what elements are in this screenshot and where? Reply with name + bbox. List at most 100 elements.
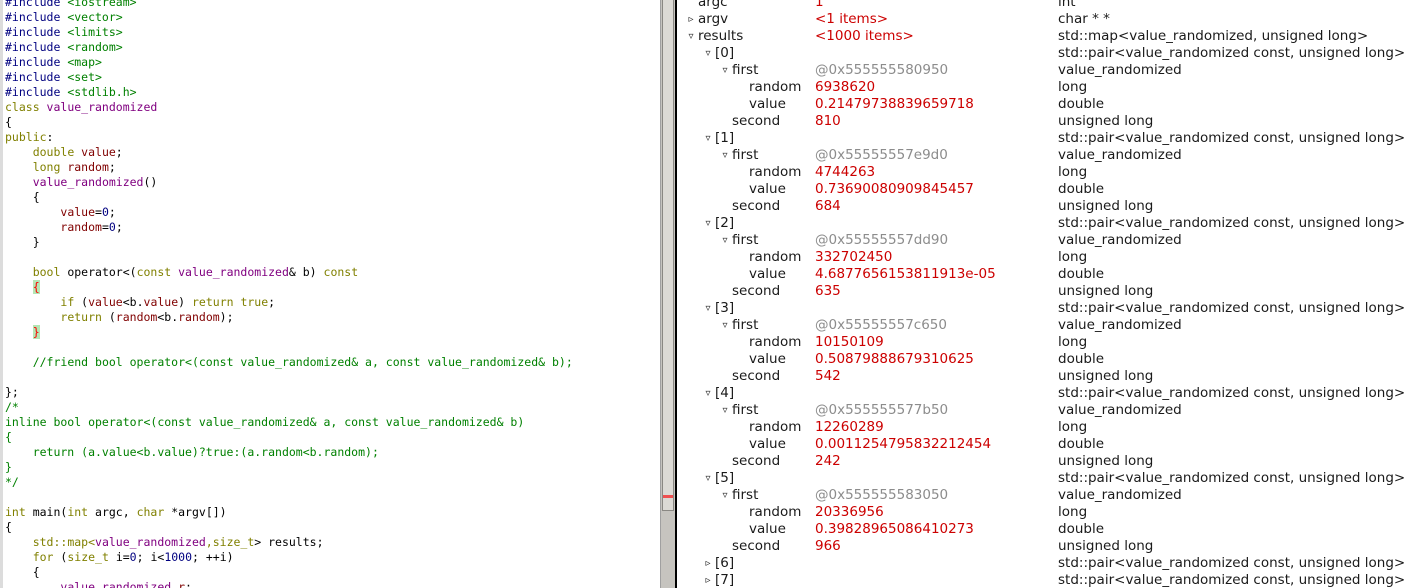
code-line[interactable]: }; [5, 385, 573, 400]
code-line[interactable]: value_randomized r; [5, 580, 573, 588]
code-line[interactable]: { [5, 115, 573, 130]
collapsed-triangle-icon[interactable]: ▹ [703, 555, 713, 572]
variable-row[interactable]: ▿ first @0x555555583050 value_randomized [678, 487, 1421, 504]
expanded-triangle-icon[interactable]: ▿ [703, 215, 713, 232]
variable-row[interactable]: ▿ [0] std::pair<value_randomized const, un… [678, 45, 1421, 62]
variable-row[interactable]: ▿ first @0x55555557e9d0 value_randomized [678, 147, 1421, 164]
code-line[interactable]: ​ [5, 250, 573, 265]
variable-row[interactable]: random 20336956 long [678, 504, 1421, 521]
variable-row[interactable]: second 684 unsigned long [678, 198, 1421, 215]
variable-row[interactable]: ▿ first @0x555555577b50 value_randomized [678, 402, 1421, 419]
expanded-triangle-icon[interactable]: ▿ [720, 402, 730, 419]
code-line[interactable]: #include <stdlib.h> [5, 85, 573, 100]
expanded-triangle-icon[interactable]: ▿ [703, 45, 713, 62]
variable-row[interactable]: second 966 unsigned long [678, 538, 1421, 555]
variable-row[interactable]: value 0.50879888679310625 double [678, 351, 1421, 368]
code-line[interactable]: return (a.value<b.value)?true:(a.random<… [5, 445, 573, 460]
collapsed-triangle-icon[interactable]: ▹ [703, 572, 713, 588]
variable-row[interactable]: second 635 unsigned long [678, 283, 1421, 300]
code-line[interactable]: return (random<b.random); [5, 310, 573, 325]
expanded-triangle-icon[interactable]: ▿ [720, 232, 730, 249]
code-line[interactable]: { [5, 520, 573, 535]
variable-row[interactable]: value 4.6877656153811913e-05 double [678, 266, 1421, 283]
variable-row[interactable]: ▿ [2] std::pair<value_randomized const, un… [678, 215, 1421, 232]
expanded-triangle-icon[interactable]: ▿ [720, 62, 730, 79]
variable-row[interactable]: ▿ [4] std::pair<value_randomized const, un… [678, 385, 1421, 402]
code-line[interactable]: int main(int argc, char *argv[]) [5, 505, 573, 520]
code-line[interactable]: value=0; [5, 205, 573, 220]
code-line[interactable]: /* [5, 400, 573, 415]
code-line[interactable]: random=0; [5, 220, 573, 235]
code-text[interactable]: #include <iostream> #include <vector> #inc… [5, 0, 573, 588]
expanded-triangle-icon[interactable]: ▿ [720, 317, 730, 334]
scrollbar-thumb[interactable] [662, 0, 674, 511]
collapsed-triangle-icon[interactable]: ▹ [686, 11, 696, 28]
code-line[interactable]: */ [5, 475, 573, 490]
variable-row[interactable]: ▿ first @0x55555557dd90 value_randomized [678, 232, 1421, 249]
code-line[interactable]: } [5, 460, 573, 475]
code-line[interactable]: value_randomized() [5, 175, 573, 190]
expanded-triangle-icon[interactable]: ▿ [686, 28, 696, 45]
variable-row[interactable]: ▿ results <1000 items> std::map<value_rando… [678, 28, 1421, 45]
code-line[interactable]: bool operator<(const value_randomized& b… [5, 265, 573, 280]
variable-row[interactable]: ▹ [7] std::pair<value_randomized const, un… [678, 572, 1421, 588]
variable-row[interactable]: argc 1 int [678, 0, 1421, 11]
variable-row[interactable]: random 12260289 long [678, 419, 1421, 436]
expanded-triangle-icon[interactable]: ▿ [703, 385, 713, 402]
code-line[interactable]: #include <set> [5, 70, 573, 85]
variable-row[interactable]: ▿ [5] std::pair<value_randomized const, un… [678, 470, 1421, 487]
code-line[interactable]: { [5, 565, 573, 580]
code-editor[interactable]: #include <iostream> #include <vector> #inc… [0, 0, 660, 588]
code-line[interactable]: ​ [5, 370, 573, 385]
variable-row[interactable]: second 542 unsigned long [678, 368, 1421, 385]
code-line[interactable]: ​ [5, 490, 573, 505]
variable-row[interactable]: value 0.0011254795832212454 double [678, 436, 1421, 453]
locals-view[interactable]: argc 1 int ▹ argv <1 items> char * * ▿ results <1… [678, 0, 1421, 588]
code-line[interactable]: { [5, 430, 573, 445]
variable-row[interactable]: random 4744263 long [678, 164, 1421, 181]
code-token: #include [5, 25, 68, 39]
variable-row[interactable]: ▿ [1] std::pair<value_randomized const, un… [678, 130, 1421, 147]
variable-row[interactable]: second 810 unsigned long [678, 113, 1421, 130]
code-line[interactable]: #include <limits> [5, 25, 573, 40]
code-line[interactable]: public: [5, 130, 573, 145]
code-line[interactable]: #include <map> [5, 55, 573, 70]
variable-row[interactable]: ▹ argv <1 items> char * * [678, 11, 1421, 28]
variable-row[interactable]: ▿ [3] std::pair<value_randomized const, un… [678, 300, 1421, 317]
code-line[interactable]: } [5, 325, 573, 340]
code-line[interactable]: #include <random> [5, 40, 573, 55]
variable-row[interactable]: ▿ first @0x55555557c650 value_randomized [678, 317, 1421, 334]
expanded-triangle-icon[interactable]: ▿ [720, 487, 730, 504]
code-line[interactable]: std::map<value_randomized,size_t> result… [5, 535, 573, 550]
variable-row[interactable]: random 10150109 long [678, 334, 1421, 351]
editor-vertical-scrollbar[interactable] [660, 0, 675, 588]
code-line[interactable]: for (size_t i=0; i<1000; ++i) [5, 550, 573, 565]
variable-row[interactable]: random 6938620 long [678, 79, 1421, 96]
variable-row[interactable]: ▹ [6] std::pair<value_randomized const, un… [678, 555, 1421, 572]
code-line[interactable]: ​ [5, 340, 573, 355]
code-line[interactable]: #include <iostream> [5, 0, 573, 10]
variable-row[interactable]: second 242 unsigned long [678, 453, 1421, 470]
expanded-triangle-icon[interactable]: ▿ [720, 147, 730, 164]
code-line[interactable]: { [5, 190, 573, 205]
variable-row[interactable]: ▿ first @0x555555580950 value_randomized [678, 62, 1421, 79]
variable-row[interactable]: random 332702450 long [678, 249, 1421, 266]
code-line[interactable]: //friend bool operator<(const value_rand… [5, 355, 573, 370]
expanded-triangle-icon[interactable]: ▿ [703, 470, 713, 487]
variable-name: results [698, 28, 744, 44]
code-line[interactable]: inline bool operator<(const value_random… [5, 415, 573, 430]
code-line[interactable]: class value_randomized [5, 100, 573, 115]
variable-row[interactable]: value 0.73690080909845457 double [678, 181, 1421, 198]
code-line[interactable]: } [5, 235, 573, 250]
code-line[interactable]: { [5, 280, 573, 295]
code-line[interactable]: double value; [5, 145, 573, 160]
code-line[interactable]: if (value<b.value) return true; [5, 295, 573, 310]
code-line[interactable]: long random; [5, 160, 573, 175]
code-token: = [101, 220, 109, 234]
code-line[interactable]: #include <vector> [5, 10, 573, 25]
variable-row[interactable]: value 0.39828965086410273 double [678, 521, 1421, 538]
variable-row[interactable]: value 0.21479738839659718 double [678, 96, 1421, 113]
code-token: ; i< [136, 550, 165, 564]
expanded-triangle-icon[interactable]: ▿ [703, 300, 713, 317]
expanded-triangle-icon[interactable]: ▿ [703, 130, 713, 147]
